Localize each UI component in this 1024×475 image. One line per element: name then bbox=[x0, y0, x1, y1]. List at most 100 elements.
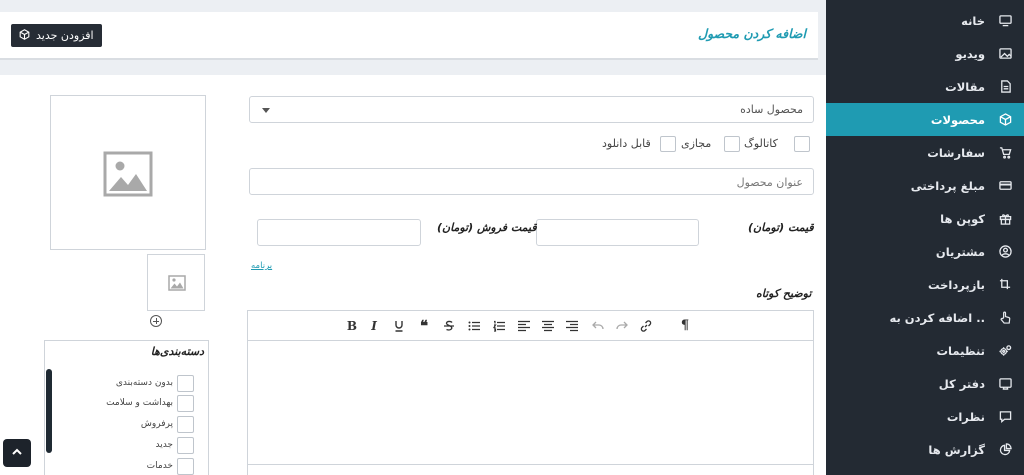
undo-button[interactable] bbox=[591, 319, 605, 333]
product-type-select[interactable]: محصول ساده bbox=[249, 96, 814, 123]
category-checkbox[interactable] bbox=[177, 436, 194, 454]
page-header: اضافه کردن محصول افزودن جدید bbox=[0, 12, 818, 60]
credit-card-icon bbox=[999, 179, 1012, 192]
strikethrough-button[interactable] bbox=[442, 319, 456, 333]
numbered-list-button[interactable] bbox=[492, 319, 506, 333]
align-left-button[interactable] bbox=[517, 319, 531, 333]
editor-content-area[interactable] bbox=[248, 342, 813, 465]
italic-icon: I bbox=[371, 319, 377, 333]
category-checkbox[interactable] bbox=[177, 394, 194, 412]
category-item[interactable]: پرفروش bbox=[141, 415, 194, 433]
product-type-value: محصول ساده bbox=[740, 103, 803, 116]
chevron-up-icon bbox=[11, 446, 23, 461]
add-gallery-image-button[interactable] bbox=[150, 315, 162, 327]
category-checkbox[interactable] bbox=[177, 457, 194, 475]
downloadable-checkbox[interactable] bbox=[660, 136, 676, 152]
category-item[interactable]: خدمات bbox=[147, 457, 194, 475]
gears-icon bbox=[999, 344, 1012, 357]
underline-button[interactable] bbox=[392, 319, 406, 333]
sidebar-item-products[interactable]: محصولات bbox=[826, 103, 1024, 136]
category-item[interactable]: بدون دسته‌بندی bbox=[116, 374, 194, 392]
sale-price-input[interactable] bbox=[257, 219, 421, 246]
caret-down-icon bbox=[262, 108, 270, 113]
blockquote-button[interactable]: ❝ bbox=[417, 317, 431, 335]
underline-icon bbox=[393, 320, 405, 332]
add-new-button[interactable]: افزودن جدید bbox=[11, 24, 102, 47]
link-button[interactable] bbox=[639, 319, 653, 333]
category-checkbox[interactable] bbox=[177, 374, 194, 392]
paragraph-direction-icon: ¶ bbox=[680, 318, 690, 333]
align-right-icon bbox=[566, 320, 578, 332]
categories-scrollbar[interactable] bbox=[46, 369, 52, 453]
sidebar-item-comments[interactable]: نظرات bbox=[826, 400, 1024, 433]
cart-icon bbox=[999, 146, 1012, 159]
bold-button[interactable]: B bbox=[345, 319, 359, 333]
sidebar-item-articles[interactable]: مقالات bbox=[826, 70, 1024, 103]
redo-icon bbox=[616, 320, 628, 332]
italic-button[interactable]: I bbox=[367, 319, 381, 333]
sidebar-item-label: مشتریان bbox=[935, 244, 985, 259]
sidebar: خانه ویدیو مقالات محصولات سفارشات مبلغ پ… bbox=[826, 0, 1024, 475]
link-icon bbox=[640, 320, 652, 332]
gift-icon bbox=[999, 212, 1012, 225]
sidebar-item-label: اضافه کردن به .. bbox=[889, 310, 986, 325]
redo-button[interactable] bbox=[615, 319, 629, 333]
catalog-checkbox-label: کاتالوگ bbox=[744, 137, 778, 150]
sidebar-item-settings[interactable]: تنظیمات bbox=[826, 334, 1024, 367]
box-icon bbox=[999, 113, 1012, 126]
sidebar-item-orders[interactable]: سفارشات bbox=[826, 136, 1024, 169]
undo-icon bbox=[592, 320, 604, 332]
rtl-direction-button[interactable]: ¶ bbox=[678, 319, 692, 333]
align-center-icon bbox=[542, 320, 554, 332]
gallery-image-upload[interactable] bbox=[147, 254, 205, 311]
price-input[interactable] bbox=[536, 219, 699, 246]
sidebar-item-label: مقالات bbox=[945, 79, 985, 94]
sidebar-item-label: تنظیمات bbox=[936, 343, 986, 358]
quote-icon: ❝ bbox=[419, 317, 429, 335]
page-title: اضافه کردن محصول bbox=[697, 26, 806, 41]
sidebar-item-ledger[interactable]: دفتر کل bbox=[826, 367, 1024, 400]
document-icon bbox=[999, 80, 1012, 93]
category-item[interactable]: جدید bbox=[155, 436, 194, 454]
align-right-button[interactable] bbox=[565, 319, 579, 333]
virtual-checkbox[interactable] bbox=[724, 136, 740, 152]
catalog-checkbox[interactable] bbox=[794, 136, 810, 152]
category-label: خدمات bbox=[146, 461, 173, 471]
add-new-label: افزودن جدید bbox=[36, 29, 94, 42]
sidebar-item-home[interactable]: خانه bbox=[826, 4, 1024, 37]
sidebar-item-reports[interactable]: گزارش ها bbox=[826, 433, 1024, 466]
price-label: قیمت (تومان) bbox=[748, 221, 814, 234]
bullet-list-button[interactable] bbox=[467, 319, 481, 333]
sidebar-item-label: دفتر کل bbox=[938, 376, 985, 391]
sidebar-item-customers[interactable]: مشتریان bbox=[826, 235, 1024, 268]
align-center-button[interactable] bbox=[541, 319, 555, 333]
categories-box: دسته‌بندی‌ها بدون دسته‌بندی بهداشت و سلا… bbox=[44, 340, 209, 475]
image-placeholder-icon bbox=[168, 275, 186, 294]
virtual-checkbox-label: مجازی bbox=[681, 137, 712, 150]
short-description-editor: B I ❝ ¶ bbox=[247, 310, 814, 475]
product-title-input[interactable]: عنوان محصول bbox=[249, 168, 814, 195]
user-circle-icon bbox=[999, 245, 1012, 258]
sidebar-item-payments[interactable]: مبلغ پرداختی bbox=[826, 169, 1024, 202]
sidebar-item-label: خانه bbox=[961, 13, 985, 28]
sidebar-item-label: مبلغ پرداختی bbox=[910, 178, 985, 193]
category-label: پرفروش bbox=[140, 419, 173, 429]
image-icon bbox=[999, 47, 1012, 60]
sidebar-item-add-to[interactable]: اضافه کردن به .. bbox=[826, 301, 1024, 334]
sidebar-item-coupons[interactable]: کوپن ها bbox=[826, 202, 1024, 235]
sidebar-item-label: گزارش ها bbox=[928, 442, 985, 457]
editor-status-divider bbox=[248, 464, 813, 465]
comment-icon bbox=[999, 410, 1012, 423]
sidebar-item-video[interactable]: ویدیو bbox=[826, 37, 1024, 70]
sidebar-item-label: بازپرداخت bbox=[927, 277, 985, 292]
category-item[interactable]: بهداشت و سلامت bbox=[106, 394, 194, 412]
sidebar-item-refunds[interactable]: بازپرداخت bbox=[826, 268, 1024, 301]
scroll-to-top-button[interactable] bbox=[3, 439, 31, 467]
sidebar-item-label: ویدیو bbox=[955, 46, 985, 61]
downloadable-checkbox-label: قابل دانلود bbox=[602, 137, 651, 150]
schedule-link[interactable]: برنامه bbox=[251, 261, 272, 271]
bold-icon: B bbox=[346, 319, 358, 333]
product-image-upload[interactable] bbox=[50, 95, 206, 250]
strikethrough-icon bbox=[443, 320, 455, 332]
category-checkbox[interactable] bbox=[177, 415, 194, 433]
